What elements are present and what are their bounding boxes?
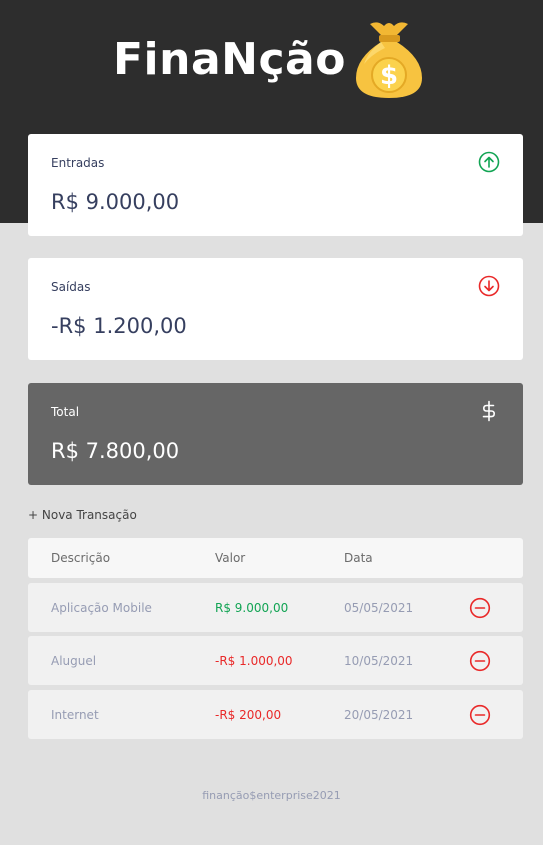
total-card: Total R$ 7.800,00 bbox=[28, 383, 523, 485]
logo: FinaNção $ bbox=[0, 18, 543, 102]
logo-text: FinaNção bbox=[113, 34, 346, 85]
table-header: Descrição Valor Data bbox=[28, 538, 523, 578]
expense-card: Saídas -R$ 1.200,00 bbox=[28, 258, 523, 360]
row-amount: R$ 9.000,00 bbox=[215, 600, 289, 615]
row-description: Internet bbox=[51, 707, 99, 722]
minus-circle-icon[interactable] bbox=[469, 704, 491, 726]
arrow-down-circle-icon bbox=[478, 275, 500, 297]
new-transaction-button[interactable]: + Nova Transação bbox=[28, 508, 137, 522]
table-row: Aluguel -R$ 1.000,00 10/05/2021 bbox=[28, 636, 523, 685]
footer: finanção$enterprise2021 bbox=[202, 789, 341, 802]
row-date: 10/05/2021 bbox=[344, 653, 414, 668]
income-value: R$ 9.000,00 bbox=[51, 190, 180, 214]
minus-circle-icon[interactable] bbox=[469, 650, 491, 672]
total-label: Total bbox=[51, 405, 80, 419]
table-row: Internet -R$ 200,00 20/05/2021 bbox=[28, 690, 523, 739]
remove-transaction-button[interactable] bbox=[468, 636, 492, 685]
arrow-up-circle-icon bbox=[478, 151, 500, 173]
header-amount: Valor bbox=[215, 551, 246, 565]
table-row: Aplicação Mobile R$ 9.000,00 05/05/2021 bbox=[28, 583, 523, 632]
income-card: Entradas R$ 9.000,00 bbox=[28, 134, 523, 236]
row-description: Aplicação Mobile bbox=[51, 600, 152, 615]
row-amount: -R$ 1.000,00 bbox=[215, 653, 293, 668]
remove-transaction-button[interactable] bbox=[468, 690, 492, 739]
remove-transaction-button[interactable] bbox=[468, 583, 492, 632]
total-value: R$ 7.800,00 bbox=[51, 439, 180, 463]
row-date: 05/05/2021 bbox=[344, 600, 414, 615]
row-amount: -R$ 200,00 bbox=[215, 707, 282, 722]
expense-value: -R$ 1.200,00 bbox=[51, 314, 187, 338]
row-date: 20/05/2021 bbox=[344, 707, 414, 722]
header-description: Descrição bbox=[51, 551, 111, 565]
header-date: Data bbox=[344, 551, 373, 565]
income-label: Entradas bbox=[51, 156, 105, 170]
svg-text:$: $ bbox=[380, 61, 398, 91]
row-description: Aluguel bbox=[51, 653, 97, 668]
money-bag-dollar-icon: $ bbox=[355, 22, 422, 98]
minus-circle-icon[interactable] bbox=[469, 597, 491, 619]
dollar-sign-icon bbox=[482, 400, 495, 422]
expense-label: Saídas bbox=[51, 280, 91, 294]
